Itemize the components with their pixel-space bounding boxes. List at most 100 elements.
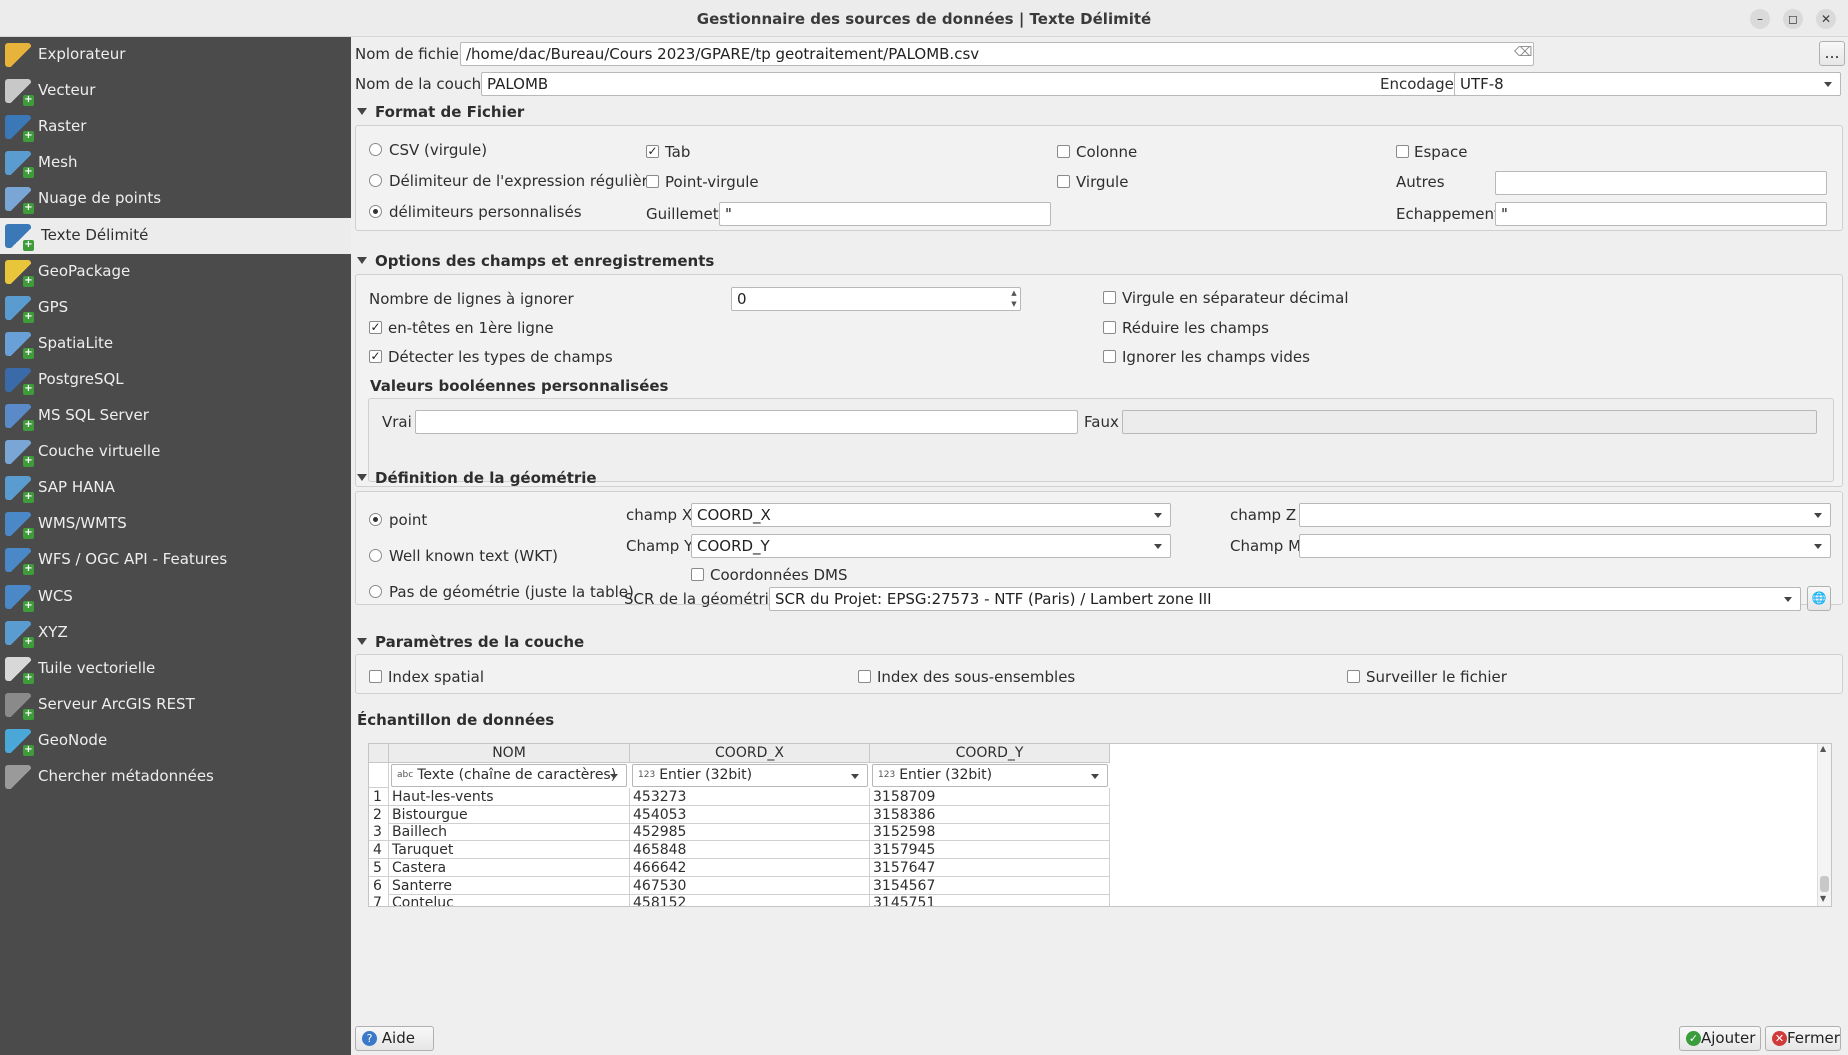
echappement-input[interactable]: "	[1495, 202, 1827, 226]
column-header[interactable]: COORD_Y	[870, 744, 1110, 763]
checkbox-header[interactable]: ✓	[369, 321, 382, 334]
checkbox-virgule[interactable]	[1057, 175, 1070, 188]
table-cell[interactable]: 453273	[630, 788, 870, 806]
sidebar-item[interactable]: Explorateur	[0, 37, 351, 73]
add-button[interactable]: ✓ Ajouter	[1679, 1026, 1761, 1051]
table-cell[interactable]: 3154567	[870, 876, 1110, 895]
checkbox-subset-index[interactable]	[858, 670, 871, 683]
sidebar-item[interactable]: + GPS	[0, 290, 351, 326]
column-header[interactable]: NOM	[389, 744, 630, 763]
scroll-down-icon[interactable]: ▼	[1820, 894, 1826, 903]
table-cell[interactable]: Bistourgue	[389, 805, 630, 824]
type-combo-coord-x[interactable]: 123 Entier (32bit)	[632, 764, 868, 787]
table-cell[interactable]: 3158386	[870, 805, 1110, 824]
scroll-up-icon[interactable]: ▲	[1820, 744, 1826, 753]
x-field-combo[interactable]: COORD_X	[691, 503, 1171, 527]
table-cell[interactable]: 454053	[630, 805, 870, 824]
encoding-combo[interactable]: UTF-8	[1454, 72, 1841, 96]
table-cell[interactable]: Santerre	[389, 876, 630, 895]
m-field-combo[interactable]	[1299, 534, 1831, 558]
sidebar-item[interactable]: + WCS	[0, 579, 351, 615]
crs-combo[interactable]: SCR du Projet: EPSG:27573 - NTF (Paris) …	[769, 587, 1801, 611]
sidebar-item[interactable]: + PostgreSQL	[0, 362, 351, 398]
section-geometry[interactable]: Définition de la géométrie	[357, 469, 597, 487]
table-cell[interactable]: 452985	[630, 823, 870, 842]
table-cell[interactable]: 3157647	[870, 858, 1110, 877]
table-cell[interactable]: 465848	[630, 841, 870, 860]
autres-input[interactable]	[1495, 171, 1827, 195]
checkbox-colonne[interactable]	[1057, 145, 1070, 158]
help-button[interactable]: ? Aide	[355, 1026, 434, 1051]
table-cell[interactable]: 467530	[630, 876, 870, 895]
table-cell[interactable]: 3145751	[870, 894, 1110, 906]
table-cell[interactable]: 458152	[630, 894, 870, 906]
column-header[interactable]: COORD_X	[630, 744, 870, 763]
spin-down-icon[interactable]: ▼	[1008, 299, 1020, 310]
layer-name-input[interactable]: PALOMB	[481, 72, 1524, 96]
checkbox-watch-file[interactable]	[1347, 670, 1360, 683]
sidebar-item[interactable]: + Texte Délimité	[0, 217, 351, 254]
sidebar-item[interactable]: + GeoPackage	[0, 254, 351, 290]
table-cell[interactable]: 3152598	[870, 823, 1110, 842]
clear-icon[interactable]: ⌫	[1514, 45, 1532, 60]
close-window-button[interactable]: ✕	[1816, 9, 1836, 29]
close-button[interactable]: ✕ Fermer	[1765, 1026, 1841, 1051]
sidebar-item[interactable]: + Mesh	[0, 145, 351, 181]
sidebar-item[interactable]: + Serveur ArcGIS REST	[0, 687, 351, 723]
radio-custom[interactable]	[369, 205, 382, 218]
sample-table[interactable]: NOM COORD_X COORD_Y abc Texte (chaîne de …	[368, 743, 1832, 907]
table-cell[interactable]: Taruquet	[389, 841, 630, 860]
z-field-combo[interactable]	[1299, 503, 1831, 527]
sidebar-item[interactable]: Chercher métadonnées	[0, 759, 351, 795]
checkbox-ignore-empty[interactable]	[1103, 350, 1116, 363]
type-combo-coord-y[interactable]: 123 Entier (32bit)	[872, 764, 1108, 787]
y-field-combo[interactable]: COORD_Y	[691, 534, 1171, 558]
vrai-input[interactable]	[415, 410, 1078, 434]
sidebar-item[interactable]: + WFS / OGC API - Features	[0, 542, 351, 578]
scrollbar-thumb[interactable]	[1820, 876, 1829, 892]
table-cell[interactable]: 3157945	[870, 841, 1110, 860]
checkbox-espace[interactable]	[1396, 145, 1409, 158]
sidebar-item[interactable]: + MS SQL Server	[0, 398, 351, 434]
checkbox-dms[interactable]	[691, 568, 704, 581]
skip-lines-spinner[interactable]: ▲ ▼	[1008, 288, 1020, 310]
sidebar-item[interactable]: + Raster	[0, 109, 351, 145]
table-cell[interactable]: 3158709	[870, 788, 1110, 806]
section-records[interactable]: Options des champs et enregistrements	[357, 252, 714, 270]
table-cell[interactable]: Haut-les-vents	[389, 788, 630, 806]
maximize-button[interactable]: ◻	[1783, 9, 1803, 29]
checkbox-decimal-comma[interactable]	[1103, 291, 1116, 304]
section-format[interactable]: Format de Fichier	[357, 103, 524, 121]
checkbox-trim-fields[interactable]	[1103, 321, 1116, 334]
guillemet-input[interactable]: "	[719, 202, 1051, 226]
browse-button[interactable]: …	[1819, 41, 1845, 66]
sidebar-item[interactable]: + WMS/WMTS	[0, 506, 351, 542]
sidebar-item[interactable]: + XYZ	[0, 615, 351, 651]
file-path-input[interactable]: /home/dac/Bureau/Cours 2023/GPARE/tp geo…	[460, 42, 1534, 66]
table-cell[interactable]: 466642	[630, 858, 870, 877]
radio-wkt[interactable]	[369, 549, 382, 562]
skip-lines-input[interactable]: 0	[731, 287, 1021, 311]
checkbox-point-virgule[interactable]	[646, 175, 659, 188]
checkbox-spatial-index[interactable]	[369, 670, 382, 683]
table-cell[interactable]: Baillech	[389, 823, 630, 842]
radio-point[interactable]	[369, 513, 382, 526]
radio-regex[interactable]	[369, 174, 382, 187]
type-combo-nom[interactable]: abc Texte (chaîne de caractères)	[391, 764, 627, 787]
checkbox-tab[interactable]: ✓	[646, 145, 659, 158]
table-scrollbar[interactable]: ▲ ▼	[1817, 744, 1831, 906]
crs-selector-button[interactable]: 🌐	[1807, 586, 1831, 611]
sidebar-item[interactable]: + SAP HANA	[0, 470, 351, 506]
sidebar-item[interactable]: + GeoNode	[0, 723, 351, 759]
table-cell[interactable]: Conteluc	[389, 894, 630, 906]
sidebar-item[interactable]: + Nuage de points	[0, 181, 351, 217]
radio-no-geometry[interactable]	[369, 585, 382, 598]
table-cell[interactable]: Castera	[389, 858, 630, 877]
sidebar-item[interactable]: + SpatiaLite	[0, 326, 351, 362]
section-layer-params[interactable]: Paramètres de la couche	[357, 633, 584, 651]
sidebar-item[interactable]: + Vecteur	[0, 73, 351, 109]
faux-input[interactable]	[1122, 410, 1817, 434]
radio-csv[interactable]	[369, 143, 382, 156]
sidebar-item[interactable]: + Tuile vectorielle	[0, 651, 351, 687]
sidebar-item[interactable]: + Couche virtuelle	[0, 434, 351, 470]
